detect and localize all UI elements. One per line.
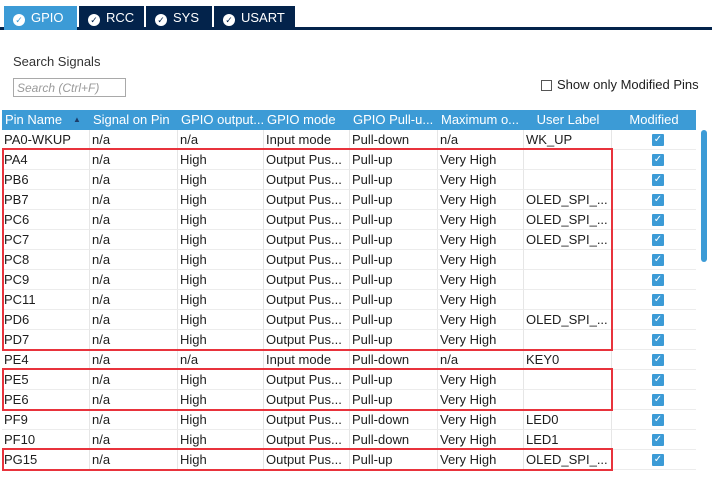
header-user-label[interactable]: User Label (524, 110, 612, 130)
gpio-pull-cell: Pull-down (350, 130, 438, 150)
gpio-pull-cell: Pull-down (350, 350, 438, 370)
check-circle-icon: ✓ (13, 14, 25, 26)
highlight-box (2, 448, 613, 471)
gpio-output-cell: n/a (178, 130, 264, 150)
max-speed-cell: Very High (438, 410, 524, 430)
max-speed-cell: n/a (438, 130, 524, 150)
checkbox-checked-icon: ✓ (652, 454, 664, 466)
table-row[interactable]: PF10 n/a High Output Pus... Pull-down Very Hi… (2, 430, 696, 450)
checkbox-checked-icon: ✓ (652, 334, 664, 346)
tab-usart[interactable]: ✓ USART (214, 6, 295, 30)
gpio-output-cell: High (178, 430, 264, 450)
checkbox-checked-icon: ✓ (652, 294, 664, 306)
show-only-modified-checkbox[interactable] (541, 80, 552, 91)
gpio-mode-cell: Output Pus... (264, 410, 350, 430)
table-row[interactable]: PA0-WKUP n/a n/a Input mode Pull-down n/a WK_U… (2, 130, 696, 150)
user-label-cell[interactable]: WK_UP (524, 130, 612, 150)
search-signals-title: Search Signals (13, 54, 101, 69)
header-signal-on-pin[interactable]: Signal on Pin (90, 110, 178, 130)
gpio-mode-cell: Output Pus... (264, 430, 350, 450)
table-row[interactable]: PF9 n/a High Output Pus... Pull-down Very Hig… (2, 410, 696, 430)
checkbox-checked-icon: ✓ (652, 194, 664, 206)
scrollbar-thumb[interactable] (701, 130, 707, 262)
checkbox-checked-icon: ✓ (652, 234, 664, 246)
check-circle-icon: ✓ (88, 14, 100, 26)
gpio-mode-cell: Input mode (264, 130, 350, 150)
tab-bar: ✓ GPIO ✓ RCC ✓ SYS ✓ USART (0, 0, 712, 30)
pin-name-cell: PF9 (2, 410, 90, 430)
signal-cell: n/a (90, 410, 178, 430)
tab-label: RCC (106, 10, 135, 25)
signal-cell: n/a (90, 430, 178, 450)
pin-name-cell: PF10 (2, 430, 90, 450)
show-only-modified-toggle[interactable]: Show only Modified Pins (541, 77, 699, 92)
header-modified[interactable]: Modified (612, 110, 696, 130)
tab-label: USART (241, 10, 285, 25)
checkbox-checked-icon: ✓ (652, 134, 664, 146)
tab-label: GPIO (31, 10, 64, 25)
checkbox-checked-icon: ✓ (652, 414, 664, 426)
checkbox-checked-icon: ✓ (652, 274, 664, 286)
highlight-box (2, 148, 613, 351)
gpio-mode-cell: Input mode (264, 350, 350, 370)
checkbox-checked-icon: ✓ (652, 254, 664, 266)
checkbox-checked-icon: ✓ (652, 354, 664, 366)
check-circle-icon: ✓ (223, 14, 235, 26)
user-label-cell[interactable]: LED0 (524, 410, 612, 430)
user-label-cell[interactable]: KEY0 (524, 350, 612, 370)
checkbox-checked-icon: ✓ (652, 314, 664, 326)
header-pin-name[interactable]: Pin Name ▲ (2, 110, 90, 130)
sort-ascending-icon: ▲ (73, 115, 81, 124)
search-input[interactable] (13, 78, 126, 97)
check-circle-icon: ✓ (155, 14, 167, 26)
header-gpio-output-level[interactable]: GPIO output... (178, 110, 264, 130)
checkbox-checked-icon: ✓ (652, 434, 664, 446)
max-speed-cell: n/a (438, 350, 524, 370)
checkbox-checked-icon: ✓ (652, 154, 664, 166)
pin-name-cell: PE4 (2, 350, 90, 370)
table-row[interactable]: PE4 n/a n/a Input mode Pull-down n/a KEY0 ✓ (2, 350, 696, 370)
tab-sys[interactable]: ✓ SYS (146, 6, 212, 30)
checkbox-checked-icon: ✓ (652, 374, 664, 386)
checkbox-checked-icon: ✓ (652, 174, 664, 186)
header-gpio-mode[interactable]: GPIO mode (264, 110, 350, 130)
signal-cell: n/a (90, 350, 178, 370)
max-speed-cell: Very High (438, 430, 524, 450)
gpio-pull-cell: Pull-down (350, 410, 438, 430)
highlight-box (2, 368, 613, 411)
tab-label: SYS (173, 10, 200, 25)
header-maximum-output-speed[interactable]: Maximum o... (438, 110, 524, 130)
table-header: Pin Name ▲ Signal on Pin GPIO output... G… (2, 110, 696, 130)
gpio-pull-cell: Pull-down (350, 430, 438, 450)
tab-rcc[interactable]: ✓ RCC (79, 6, 144, 30)
checkbox-checked-icon: ✓ (652, 394, 664, 406)
gpio-output-cell: High (178, 410, 264, 430)
signal-cell: n/a (90, 130, 178, 150)
header-gpio-pull[interactable]: GPIO Pull-u... (350, 110, 438, 130)
checkbox-checked-icon: ✓ (652, 214, 664, 226)
user-label-cell[interactable]: LED1 (524, 430, 612, 450)
tab-gpio[interactable]: ✓ GPIO (4, 6, 77, 30)
gpio-output-cell: n/a (178, 350, 264, 370)
pin-name-cell: PA0-WKUP (2, 130, 90, 150)
show-only-modified-label: Show only Modified Pins (557, 77, 699, 92)
